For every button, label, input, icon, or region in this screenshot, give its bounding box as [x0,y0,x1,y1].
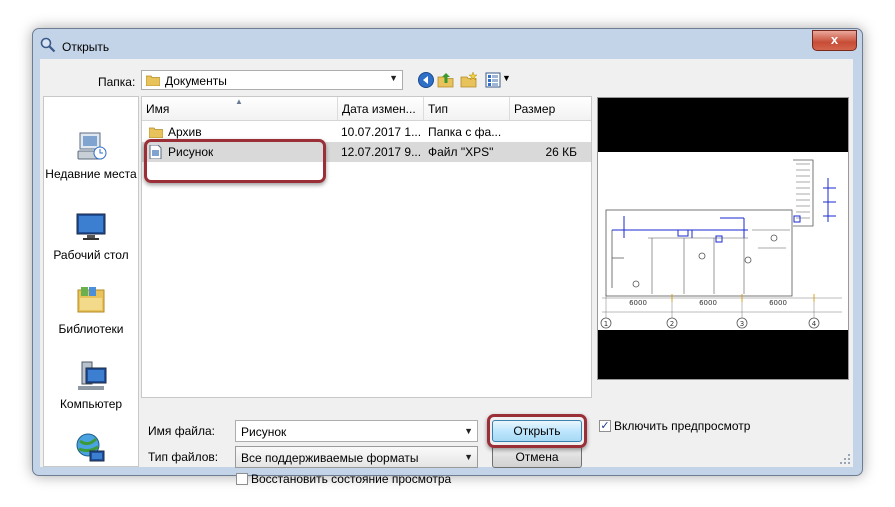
file-highlight-annotation [144,139,326,183]
filename-combo[interactable]: Рисунок ▼ [235,420,478,442]
filetype-value: Все поддерживаемые форматы [241,451,419,465]
window-title: Открыть [62,40,110,54]
recent-places-icon [77,132,107,160]
place-network[interactable] [44,431,138,469]
chevron-down-icon: ▼ [389,73,398,83]
folder-icon [146,75,160,86]
filename-value: Рисунок [241,425,287,439]
new-folder-icon[interactable] [460,71,478,89]
dimension-label: 6000 [629,299,647,307]
cancel-button[interactable]: Отмена [492,446,582,468]
filetype-label: Тип файлов: [148,450,219,464]
place-label: Библиотеки [58,322,124,336]
app-icon [40,37,56,53]
libraries-icon [77,287,105,313]
filename-label: Имя файла: [148,424,215,438]
floor-plan-preview: 6000 6000 6000 1 2 3 4 [598,152,848,330]
restore-view-checkbox-label[interactable]: Восстановить состояние просмотра [251,472,451,486]
chevron-down-icon: ▼ [464,452,473,462]
place-computer[interactable]: Компьютер [44,359,138,411]
axis-label: 2 [670,320,674,328]
places-bar: Недавние места Рабочий стол Библиотеки К… [43,96,139,467]
axis-label: 1 [604,320,608,328]
open-dialog: Открыть x Папка: Документы ▼ ▼ Недавние … [32,28,863,486]
checkmark-icon: ✓ [600,420,610,432]
title-bar[interactable]: Открыть x [33,29,862,58]
dialog-body: Папка: Документы ▼ ▼ Недавние места Рабо… [40,59,853,486]
folder-select[interactable]: Документы ▼ [141,70,403,90]
place-recent[interactable]: Недавние места [44,129,138,181]
preview-checkbox[interactable]: ✓ [599,420,611,432]
sort-ascending-icon: ▲ [235,97,243,106]
close-button[interactable]: x [812,30,857,51]
folder-label: Папка: [98,75,136,89]
file-type: Файл "XPS" [428,145,494,159]
chevron-down-icon: ▼ [502,73,511,83]
view-menu-button[interactable]: ▼ [485,71,513,89]
file-date: 10.07.2017 1... [341,125,421,139]
place-label: Недавние места [45,167,137,181]
network-icon [76,433,105,462]
resize-grip-icon[interactable] [840,454,850,464]
preview-pane: 6000 6000 6000 1 2 3 4 [597,97,849,380]
restore-view-checkbox[interactable] [236,473,248,485]
column-header-name[interactable]: Имя ▲ [142,97,338,121]
dimension-label: 6000 [769,299,787,307]
desktop-icon [76,213,106,240]
column-header-date[interactable]: Дата измен... [338,97,424,121]
folder-value: Документы [165,74,227,88]
dimension-label: 6000 [699,299,717,307]
folder-icon [149,127,163,138]
view-menu-icon [485,72,501,88]
file-type: Папка с фа... [428,125,502,139]
computer-icon [78,361,107,390]
axis-label: 4 [812,320,817,328]
preview-checkbox-label[interactable]: Включить предпросмотр [614,419,750,433]
filetype-select[interactable]: Все поддерживаемые форматы ▼ [235,446,478,468]
chevron-down-icon[interactable]: ▼ [464,426,473,436]
place-label: Компьютер [59,397,123,411]
file-name: Архив [168,125,202,139]
place-desktop[interactable]: Рабочий стол [44,210,138,262]
place-label: Рабочий стол [53,248,129,262]
column-header-type[interactable]: Тип [424,97,510,121]
file-date: 12.07.2017 9... [341,145,421,159]
close-icon: x [830,32,839,47]
file-size: 26 КБ [545,145,577,159]
place-libraries[interactable]: Библиотеки [44,284,138,336]
open-button-highlight-annotation [487,414,587,448]
up-folder-icon[interactable] [437,71,455,89]
axis-label: 3 [740,320,744,328]
column-header-size[interactable]: Размер [510,97,591,121]
back-icon[interactable] [417,71,435,89]
